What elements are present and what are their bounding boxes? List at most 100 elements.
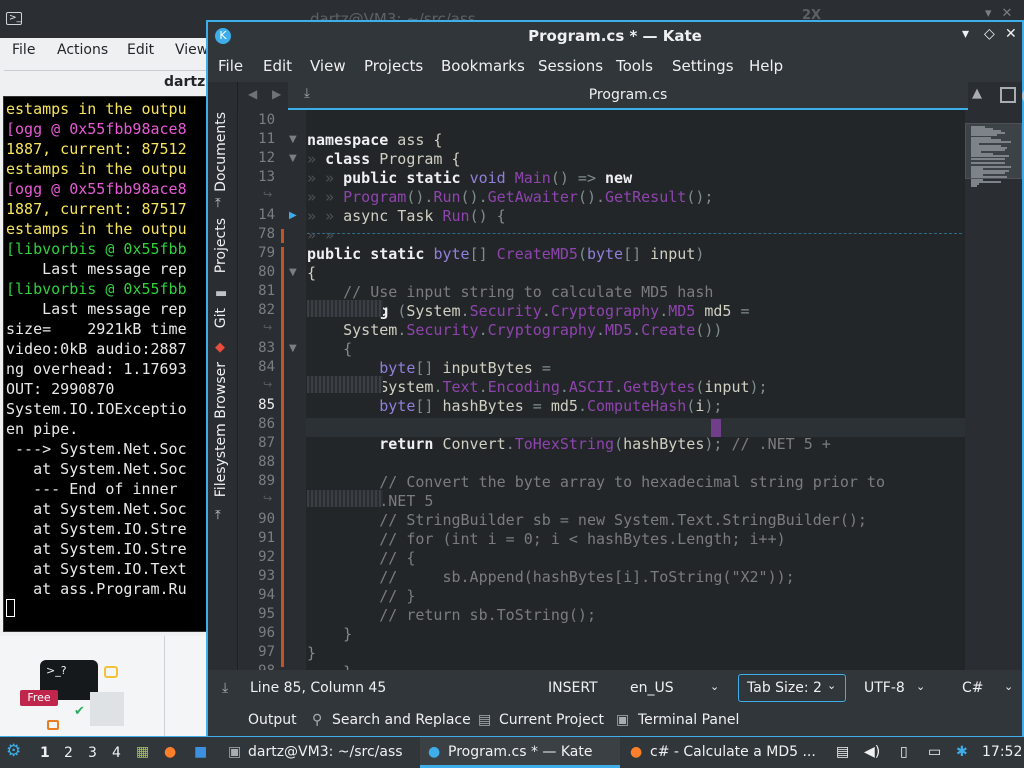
chat-icon bbox=[104, 666, 118, 678]
code-line: // sb.Append(hashBytes[i].ToString("X2")… bbox=[379, 568, 795, 586]
fold-toggle-icon[interactable]: ▼ bbox=[289, 343, 297, 354]
app-launcher-icon[interactable]: ⚙ bbox=[6, 741, 21, 761]
wrap-marker-icon: ↪ bbox=[263, 378, 273, 391]
network-icon[interactable]: ▭ bbox=[928, 744, 941, 760]
code-line: } bbox=[307, 663, 352, 670]
terminal-line: [libvorbis @ 0x55fbb bbox=[6, 240, 187, 258]
file-manager-icon[interactable]: ▦ bbox=[136, 744, 149, 760]
code-line: // } bbox=[379, 587, 416, 605]
cursor-position[interactable]: Line 85, Column 45 bbox=[250, 680, 386, 696]
project-icon: ▤ bbox=[478, 712, 492, 728]
sidebar-tab-projects[interactable]: Projects bbox=[213, 218, 229, 273]
minimize-icon[interactable]: ▾ bbox=[962, 26, 969, 42]
menu-view[interactable]: View bbox=[310, 57, 346, 75]
window-icon[interactable]: ■ bbox=[194, 744, 207, 760]
bluetooth-icon[interactable]: ✱ bbox=[956, 744, 968, 760]
check-icon: ✔ bbox=[74, 704, 85, 719]
desktop-1[interactable]: 1 bbox=[40, 745, 50, 761]
konsole-menu-view[interactable]: View bbox=[175, 42, 208, 58]
forward-arrow-icon[interactable]: ▶ bbox=[272, 87, 281, 101]
code-editor[interactable]: 10 11 ▼ 12 ▼ 13 ↪ 14 ▶ 78 79 80 ▼ 81 82 ↪ 83 ▼ 84 ↪ 85 86 87 88… bbox=[239, 110, 1022, 670]
dictionary-select[interactable]: en_US bbox=[630, 680, 674, 696]
toolview-current-project[interactable]: Current Project bbox=[499, 712, 604, 728]
code-line: // Convert the byte array to hexadecimal… bbox=[379, 473, 885, 491]
clock[interactable]: 17:52 bbox=[982, 744, 1022, 760]
status-bar: ⤓ Line 85, Column 45 INSERT en_US ⌄ Tab … bbox=[208, 670, 1022, 706]
notes-icon[interactable]: ▯ bbox=[900, 744, 908, 760]
firefox-icon[interactable]: ● bbox=[164, 744, 176, 760]
task-kate[interactable]: ● Program.cs * — Kate bbox=[420, 737, 620, 768]
terminal-line: Last message rep bbox=[6, 260, 187, 278]
split-view-icon[interactable] bbox=[1000, 87, 1016, 103]
menu-settings[interactable]: Settings bbox=[672, 57, 734, 75]
toolview-terminal-panel[interactable]: Terminal Panel bbox=[638, 712, 739, 728]
code-line: // { bbox=[379, 549, 416, 567]
konsole-tabbar: dartz bbox=[4, 70, 207, 94]
volume-icon[interactable]: ◀) bbox=[864, 744, 880, 760]
menu-help[interactable]: Help bbox=[749, 57, 783, 75]
kate-titlebar[interactable]: K Program.cs * — Kate ▾ ◇ ✕ bbox=[208, 22, 1022, 52]
encoding-select[interactable]: UTF-8 bbox=[864, 680, 905, 696]
line-number: 93 bbox=[258, 568, 275, 584]
chevron-down-icon: ⌄ bbox=[916, 680, 926, 693]
folder-icon: ▬ bbox=[215, 286, 228, 301]
terminal-line: size= 2921kB time bbox=[6, 320, 187, 338]
line-number: 85 bbox=[258, 397, 275, 413]
input-mode[interactable]: INSERT bbox=[548, 680, 598, 696]
fold-toggle-icon[interactable]: ▼ bbox=[289, 134, 297, 145]
menu-bookmarks[interactable]: Bookmarks bbox=[441, 57, 525, 75]
clipboard-icon[interactable]: ▤ bbox=[836, 744, 849, 760]
sidebar-tab-documents[interactable]: Documents bbox=[213, 112, 229, 192]
line-number: 98 bbox=[239, 663, 275, 670]
tab-program-cs[interactable]: ⤓ Program.cs ✕ bbox=[288, 82, 1024, 110]
background-window-controls[interactable]: ▾✕ bbox=[985, 6, 1022, 21]
desktop-2[interactable]: 2 bbox=[64, 745, 73, 761]
terminal-line: estamps in the outpu bbox=[6, 220, 187, 238]
task-firefox[interactable]: c# - Calculate a MD5 ... bbox=[650, 744, 816, 760]
toolview-output[interactable]: Output bbox=[248, 712, 297, 728]
menu-projects[interactable]: Projects bbox=[364, 57, 423, 75]
code-line: System.Security.Cryptography.MD5.Create(… bbox=[307, 321, 723, 339]
terminal-line: at System.IO.Text bbox=[6, 560, 187, 578]
code-line: public static byte[] CreateMD5(byte[] in… bbox=[307, 245, 705, 263]
menu-tools[interactable]: Tools bbox=[616, 57, 653, 75]
pin-icon[interactable]: ▲ bbox=[972, 86, 988, 104]
terminal-line: System.IO.IOExceptio bbox=[6, 400, 187, 418]
sidebar-tab-git[interactable]: Git bbox=[213, 308, 229, 328]
konsole-tab-title[interactable]: dartz bbox=[164, 74, 205, 90]
konsole-terminal-output[interactable]: estamps in the outpu [ogg @ 0x55fbb98ace8… bbox=[3, 96, 207, 632]
maximize-icon[interactable]: ◇ bbox=[984, 26, 995, 42]
desktop-3[interactable]: 3 bbox=[88, 745, 97, 761]
code-line: { bbox=[307, 264, 317, 282]
konsole-menu-file[interactable]: File bbox=[12, 42, 35, 58]
back-arrow-icon[interactable]: ◀ bbox=[248, 87, 257, 101]
line-number: 80 bbox=[258, 264, 275, 280]
konsole-menu-edit[interactable]: Edit bbox=[127, 42, 154, 58]
kate-window[interactable]: K Program.cs * — Kate ▾ ◇ ✕ File Edit Vi… bbox=[206, 20, 1024, 736]
close-icon[interactable]: ✕ bbox=[1005, 26, 1017, 42]
terminal-line: ---> System.Net.Soc bbox=[6, 440, 187, 458]
task-terminal[interactable]: dartz@VM3: ~/src/ass bbox=[248, 744, 403, 760]
terminal-icon[interactable]: ▣ bbox=[228, 744, 241, 760]
konsole-window[interactable]: File Actions Edit View dartz estamps in … bbox=[0, 38, 208, 636]
syntax-mode-select[interactable]: C# bbox=[962, 680, 984, 696]
fold-toggle-icon[interactable]: ▼ bbox=[289, 153, 297, 164]
folded-region-icon[interactable]: ▶ bbox=[289, 210, 297, 221]
fold-toggle-icon[interactable]: ▼ bbox=[289, 267, 297, 278]
tab-size-select[interactable]: Tab Size: 2 ⌄ bbox=[738, 674, 846, 702]
toolview-search-replace[interactable]: Search and Replace bbox=[332, 712, 471, 728]
upload-icon: ⤒ bbox=[215, 508, 221, 523]
menu-edit[interactable]: Edit bbox=[263, 57, 292, 75]
sidebar-tab-filesystem-browser[interactable]: Filesystem Browser bbox=[213, 362, 229, 497]
wrap-indent-marker bbox=[307, 490, 383, 507]
menu-file[interactable]: File bbox=[218, 57, 243, 75]
terminal-line: [ogg @ 0x55fbb98ace8 bbox=[6, 120, 187, 138]
terminal-line: at System.IO.Stre bbox=[6, 520, 187, 538]
code-line: // for (int i = 0; i < hashBytes.Length;… bbox=[379, 530, 786, 548]
git-icon: ◆ bbox=[215, 340, 225, 355]
divider bbox=[164, 636, 165, 736]
konsole-menu-actions[interactable]: Actions bbox=[57, 42, 108, 58]
desktop-4[interactable]: 4 bbox=[112, 745, 121, 761]
minimap[interactable] bbox=[965, 110, 1022, 670]
menu-sessions[interactable]: Sessions bbox=[538, 57, 603, 75]
